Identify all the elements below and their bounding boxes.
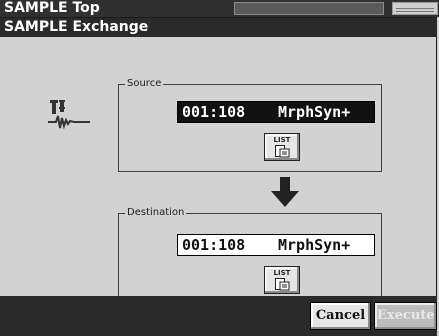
destination-list-button[interactable]: LIST — [264, 266, 300, 294]
destination-patch-number: 001:108 — [182, 236, 246, 254]
source-patch-name: MrphSyn+ — [278, 103, 351, 121]
destination-group: Destination 001:108 MrphSyn+ LIST — [118, 206, 382, 301]
sample-edit-icon — [48, 100, 90, 130]
status-indicator — [392, 2, 438, 15]
source-patch-number: 001:108 — [182, 103, 246, 121]
source-legend: Source — [125, 77, 164, 91]
button-bar: Cancel Execute — [0, 296, 437, 336]
indicator-mark — [396, 8, 434, 12]
source-list-label: LIST — [273, 136, 291, 144]
source-patch-field[interactable]: 001:108 MrphSyn+ — [177, 101, 375, 123]
top-title: SAMPLE Top — [4, 0, 100, 16]
destination-patch-name: MrphSyn+ — [278, 236, 351, 254]
list-document-icon — [275, 278, 290, 291]
destination-legend: Destination — [125, 206, 187, 220]
destination-patch-field[interactable]: 001:108 MrphSyn+ — [177, 234, 375, 256]
source-group: Source 001:108 MrphSyn+ LIST — [118, 77, 382, 172]
status-segment — [234, 2, 384, 15]
source-list-button[interactable]: LIST — [264, 133, 300, 161]
destination-list-label: LIST — [273, 269, 291, 277]
cancel-button[interactable]: Cancel — [310, 302, 371, 330]
top-title-bar: SAMPLE Top — [0, 0, 439, 17]
arrow-down-icon — [271, 177, 299, 207]
window-title: SAMPLE Exchange — [4, 19, 149, 35]
execute-button[interactable]: Execute — [374, 302, 437, 330]
sample-exchange-screen: SAMPLE Top SAMPLE Exchange Source 001:10… — [0, 0, 439, 336]
exchange-window: SAMPLE Exchange Source 001:108 MrphSyn+ … — [0, 17, 437, 336]
window-title-bar: SAMPLE Exchange — [0, 18, 437, 37]
list-document-icon — [275, 145, 290, 158]
